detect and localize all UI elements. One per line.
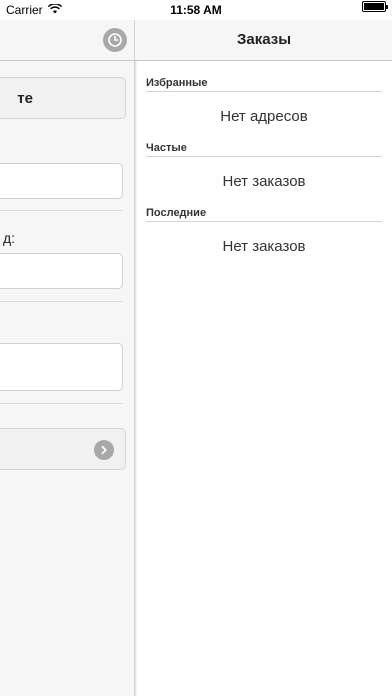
comment-input[interactable] [0, 343, 123, 391]
chevron-right-icon [94, 440, 114, 460]
divider [0, 210, 123, 211]
top-action-button[interactable]: те [0, 77, 126, 119]
next-button[interactable] [0, 428, 126, 470]
navigation-bar: Заказы [0, 20, 392, 61]
nav-divider [134, 20, 135, 60]
frequent-empty-text: Нет заказов [222, 173, 306, 190]
clock-icon [108, 33, 122, 47]
recent-empty-text: Нет заказов [222, 238, 306, 255]
section-header-favorites: Избранные [146, 77, 382, 92]
status-right [362, 0, 388, 12]
address-input[interactable] [0, 163, 123, 199]
field-label: д: [2, 230, 15, 246]
page-title: Заказы [236, 31, 292, 48]
battery-icon [362, 1, 388, 12]
left-panel: те д: [0, 61, 134, 696]
history-button[interactable] [103, 28, 127, 52]
divider [0, 403, 123, 404]
status-bar: Carrier 11:58 AM [0, 0, 392, 20]
entrance-input[interactable] [0, 253, 123, 289]
divider [0, 301, 123, 302]
panel-shadow [134, 61, 138, 696]
section-header-recent: Последние [146, 207, 382, 222]
status-time: 11:58 AM [170, 3, 222, 17]
top-action-label: те [17, 90, 33, 107]
favorites-empty-text: Нет адресов [220, 108, 308, 125]
section-header-frequent: Частые [146, 142, 382, 157]
